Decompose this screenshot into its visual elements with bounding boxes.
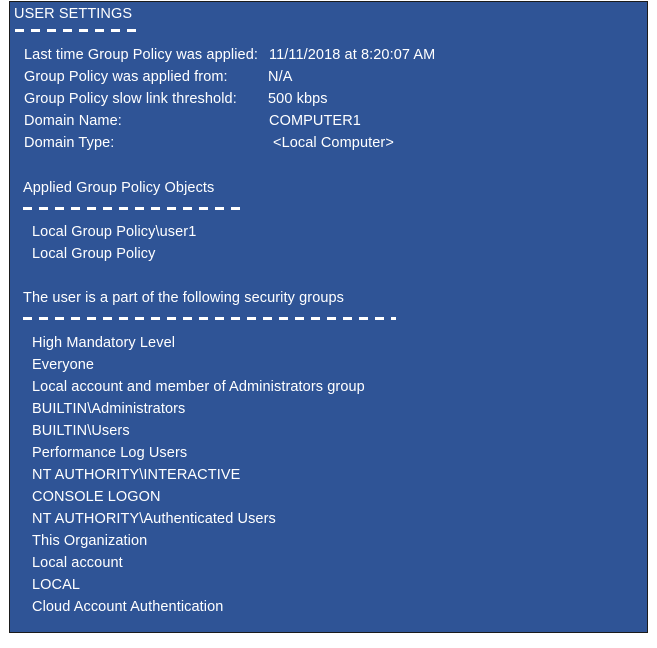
summary-value-last-applied: 11/11/2018 at 8:20:07 AM (269, 47, 436, 63)
list-item: Local Group Policy\user1 (32, 224, 197, 240)
divider-security-groups (23, 317, 396, 320)
section-heading-security-groups: The user is a part of the following secu… (23, 290, 345, 306)
list-item: Performance Log Users (32, 445, 188, 461)
list-item: NT AUTHORITY\Authenticated Users (32, 511, 276, 527)
section-heading-applied-gpos: Applied Group Policy Objects (23, 180, 215, 196)
divider-header (15, 29, 137, 32)
summary-value-domain-name: COMPUTER1 (269, 113, 361, 129)
summary-label-domain-type: Domain Type: (24, 135, 115, 151)
list-item: Local Group Policy (32, 246, 156, 262)
list-item: Local account (32, 555, 123, 571)
summary-value-applied-from: N/A (268, 69, 293, 85)
summary-label-last-applied: Last time Group Policy was applied: (24, 47, 258, 63)
user-settings-panel: USER SETTINGS Last time Group Policy was… (9, 1, 648, 633)
divider-applied-gpos (23, 207, 245, 210)
list-item: BUILTIN\Users (32, 423, 130, 439)
summary-label-domain-name: Domain Name: (24, 113, 122, 129)
list-item: This Organization (32, 533, 148, 549)
list-item: Cloud Account Authentication (32, 599, 224, 615)
list-item: Local account and member of Administrato… (32, 379, 365, 395)
list-item: NT AUTHORITY\INTERACTIVE (32, 467, 241, 483)
summary-label-slow-link-threshold: Group Policy slow link threshold: (24, 91, 237, 107)
list-item: CONSOLE LOGON (32, 489, 161, 505)
page-title: USER SETTINGS (14, 6, 133, 22)
list-item: High Mandatory Level (32, 335, 176, 351)
list-item: Everyone (32, 357, 95, 373)
summary-value-domain-type: <Local Computer> (273, 135, 394, 151)
list-item: BUILTIN\Administrators (32, 401, 186, 417)
summary-value-slow-link-threshold: 500 kbps (268, 91, 328, 107)
summary-label-applied-from: Group Policy was applied from: (24, 69, 228, 85)
list-item: LOCAL (32, 577, 81, 593)
